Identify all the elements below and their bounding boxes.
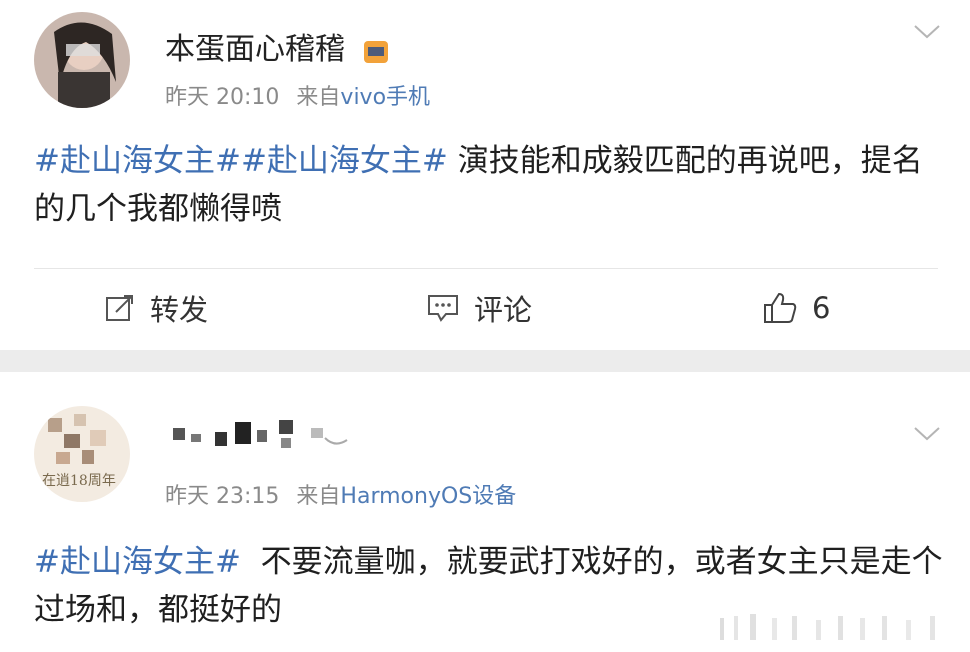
chevron-down-icon[interactable] <box>912 424 942 444</box>
like-count: 6 <box>812 291 831 325</box>
vip-badge-icon <box>363 38 389 64</box>
comment-icon <box>428 295 458 322</box>
repost-button[interactable]: 转发 <box>104 286 208 330</box>
image-edge-artifact <box>720 608 960 644</box>
like-button[interactable]: 6 <box>762 286 830 330</box>
post-content: #赴山海女主##赴山海女主# 演技能和成毅匹配的再说吧，提名的几个我都懒得喷 <box>34 137 944 233</box>
post-meta: 昨天 20:10 来自vivo手机 <box>165 79 430 111</box>
feed-separator <box>0 350 970 372</box>
divider <box>34 268 938 269</box>
chevron-down-icon[interactable] <box>912 22 942 42</box>
user-avatar[interactable] <box>34 12 130 108</box>
post-time: 昨天 23:15 <box>165 484 280 509</box>
repost-label: 转发 <box>150 293 209 327</box>
source-prefix: 来自 <box>296 85 341 110</box>
repost-icon <box>106 295 133 321</box>
source-device[interactable]: vivo手机 <box>340 85 430 110</box>
comment-button[interactable]: 评论 <box>426 286 532 330</box>
source-prefix: 来自 <box>296 484 341 509</box>
hashtag-link[interactable]: #赴山海女主# <box>34 544 241 580</box>
username[interactable]: 本蛋面心稽稽 <box>165 24 389 68</box>
post-meta-2: 昨天 23:15 来自HarmonyOS设备 <box>165 478 516 510</box>
avatar-caption: 在逍18周年 <box>42 473 116 489</box>
thumbs-up-icon <box>764 292 797 323</box>
username-2-blurred[interactable] <box>165 418 365 460</box>
weibo-post-1: 本蛋面心稽稽 昨天 20:10 来自vivo手机 #赴山海女主##赴山海女主# … <box>0 0 970 350</box>
comment-label: 评论 <box>474 293 533 327</box>
user-avatar-2[interactable]: 在逍18周年 <box>34 406 130 502</box>
post-time: 昨天 20:10 <box>165 85 280 110</box>
hashtag-link[interactable]: #赴山海女主# <box>34 143 241 179</box>
hashtag-link[interactable]: #赴山海女主# <box>241 143 448 179</box>
source-device[interactable]: HarmonyOS设备 <box>340 484 516 509</box>
